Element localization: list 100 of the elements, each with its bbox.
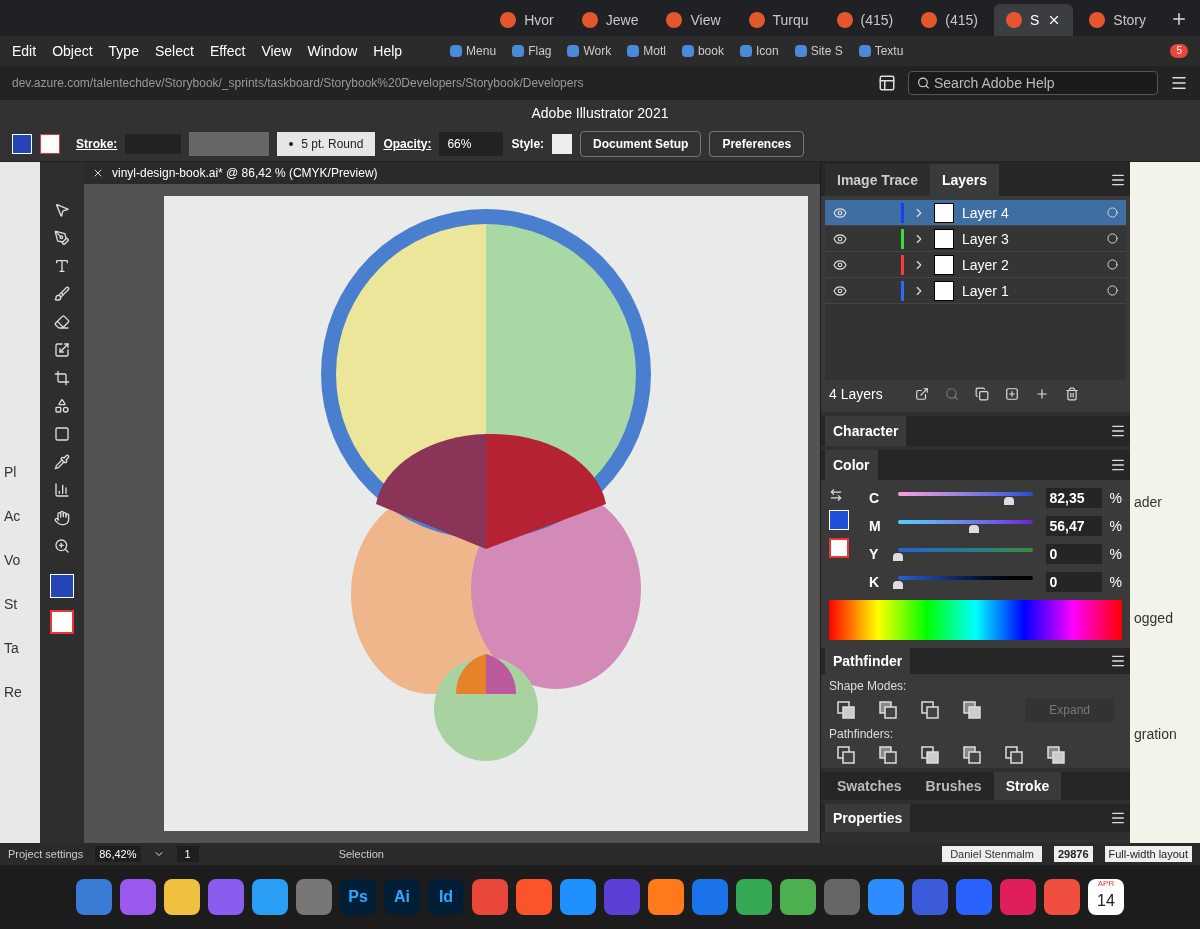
channel-value-field[interactable]: 82,35 [1045, 488, 1102, 508]
bookmark[interactable]: Work [567, 43, 612, 59]
panel-menu-icon[interactable] [1110, 457, 1126, 473]
tool-icon[interactable] [54, 510, 70, 526]
browser-tab[interactable]: Jewe [569, 4, 651, 36]
pathfinder-icon[interactable] [1005, 746, 1023, 764]
browser-tab[interactable]: Story [1077, 4, 1158, 36]
panel-icon[interactable] [878, 74, 896, 92]
target-icon[interactable] [1107, 207, 1118, 218]
panel-tab[interactable]: Layers [929, 164, 1000, 196]
browser-tab[interactable]: (415) [909, 4, 990, 36]
extension-badge[interactable]: 5 [1170, 43, 1188, 59]
side-nav-item[interactable]: Vo [4, 550, 36, 570]
toolbar-button[interactable]: Preferences [709, 130, 805, 157]
browser-tab[interactable]: Turqu [736, 4, 821, 36]
tool-icon[interactable] [54, 398, 70, 414]
close-icon[interactable] [92, 167, 104, 179]
app-icon[interactable] [164, 879, 200, 915]
tool-icon[interactable] [54, 370, 70, 386]
panel-tab[interactable]: Swatches [825, 772, 914, 800]
menu-item[interactable]: Type [108, 41, 139, 61]
tool-icon[interactable] [54, 482, 70, 498]
export-icon[interactable] [914, 387, 929, 401]
channel-value-field[interactable]: 56,47 [1045, 516, 1102, 536]
bookmark[interactable]: Motl [627, 43, 666, 59]
tool-icon[interactable] [54, 454, 70, 470]
browser-tab[interactable]: (415) [824, 4, 906, 36]
side-nav-item[interactable]: St [4, 594, 36, 614]
app-icon[interactable] [560, 879, 596, 915]
tool-icon[interactable] [54, 426, 70, 442]
panel-tab[interactable]: Image Trace [825, 164, 930, 196]
layer-row[interactable]: Layer 1 [825, 278, 1126, 304]
bookmark[interactable]: book [681, 43, 724, 59]
pathfinder-icon[interactable] [879, 746, 897, 764]
app-icon[interactable] [648, 879, 684, 915]
browser-tab[interactable]: View [654, 4, 733, 36]
app-icon[interactable] [780, 879, 816, 915]
bookmark[interactable]: Flag [512, 43, 552, 59]
pathfinder-icon[interactable] [879, 701, 897, 719]
pathfinder-icon[interactable] [921, 701, 939, 719]
bookmark[interactable]: Icon [739, 43, 779, 59]
delete-icon[interactable] [1064, 387, 1079, 401]
panel-tab[interactable]: Brushes [913, 772, 994, 800]
menu-item[interactable]: Window [307, 41, 358, 61]
panel-menu-icon[interactable] [1110, 810, 1126, 826]
tool-icon[interactable] [54, 314, 70, 330]
menu-item[interactable]: Object [52, 41, 93, 61]
stroke-swatch[interactable] [40, 133, 60, 154]
panel-tab[interactable]: Character [825, 416, 907, 446]
bookmark[interactable]: Textu [858, 43, 904, 59]
pathfinder-icon[interactable] [963, 701, 981, 719]
side-nav-item[interactable]: Ta [4, 638, 36, 658]
new-sublayer-icon[interactable] [1004, 387, 1019, 401]
channel-value-field[interactable]: 0 [1045, 544, 1102, 564]
project-settings-link[interactable]: Project settings [8, 845, 84, 863]
panel-menu-icon[interactable] [1110, 423, 1126, 439]
app-icon[interactable] [1044, 879, 1080, 915]
layer-row[interactable]: Layer 2 [825, 252, 1126, 278]
menu-item[interactable]: Edit [12, 41, 37, 61]
tool-icon[interactable] [54, 538, 70, 554]
clipping-mask-icon[interactable] [974, 387, 989, 401]
swap-icon[interactable] [829, 488, 843, 502]
panel-menu-icon[interactable] [1110, 172, 1126, 188]
slider-thumb[interactable] [893, 553, 903, 561]
app-icon[interactable] [868, 879, 904, 915]
tool-icon[interactable] [54, 230, 70, 246]
fill-swatch[interactable] [50, 574, 74, 598]
bookmark[interactable]: Site S [794, 43, 843, 59]
address-bar[interactable]: dev.azure.com/talentechdev/Storybook/_sprints/taskboard/Storybook%20Developers/Storybook/Developers [12, 75, 866, 91]
panel-menu-icon[interactable] [1110, 653, 1126, 669]
app-icon[interactable] [472, 879, 508, 915]
artboard-field[interactable]: 1 [176, 845, 199, 863]
app-icon[interactable]: Ai [384, 879, 420, 915]
style-swatch[interactable] [552, 133, 573, 154]
menu-item[interactable]: Help [373, 41, 403, 61]
pathfinder-icon[interactable] [837, 701, 855, 719]
slider-thumb[interactable] [893, 581, 903, 589]
target-icon[interactable] [1107, 285, 1118, 296]
help-search-input[interactable]: Search Adobe Help [933, 73, 1149, 93]
menu-icon[interactable] [1170, 74, 1188, 92]
bookmark[interactable]: Menu [450, 43, 497, 59]
calendar-app-icon[interactable]: APR 14 [1088, 879, 1124, 915]
app-icon[interactable] [120, 879, 156, 915]
menu-item[interactable]: Effect [209, 41, 246, 61]
new-tab-icon[interactable] [1170, 10, 1188, 28]
variable-width-field[interactable] [189, 131, 270, 156]
pathfinder-icon[interactable] [963, 746, 981, 764]
stroke-swatch[interactable] [50, 610, 74, 634]
app-icon[interactable] [76, 879, 112, 915]
toolbar-button[interactable]: Document Setup [580, 130, 702, 157]
tool-icon[interactable] [54, 202, 70, 218]
app-icon[interactable] [252, 879, 288, 915]
tool-icon[interactable] [54, 258, 70, 274]
channel-value-field[interactable]: 0 [1045, 572, 1102, 592]
panel-tab[interactable]: Stroke [993, 772, 1062, 800]
app-icon[interactable]: Id [428, 879, 464, 915]
tool-icon[interactable] [54, 342, 70, 358]
fill-swatch[interactable] [829, 510, 849, 530]
fill-swatch[interactable] [12, 133, 32, 154]
side-nav-item[interactable]: Pl [4, 462, 36, 482]
